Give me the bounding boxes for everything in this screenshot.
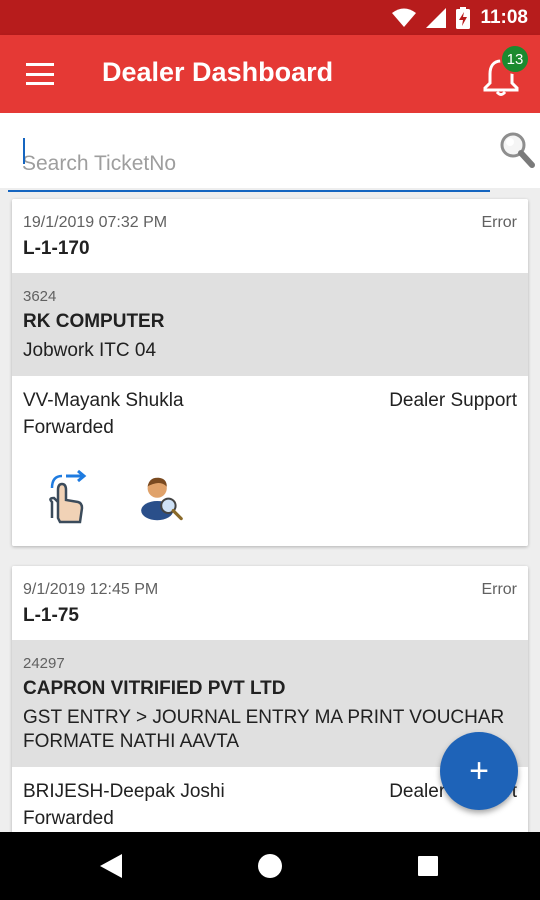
search-bar: [0, 113, 540, 192]
page-title: Dealer Dashboard: [102, 57, 334, 87]
ticket-details: 3624 RK COMPUTER Jobwork ITC 04: [12, 273, 528, 376]
search-icon[interactable]: [498, 130, 536, 170]
ticket-card[interactable]: 19/1/2019 07:32 PM Error L-1-170 3624 RK…: [12, 199, 528, 546]
notification-badge[interactable]: 13: [500, 44, 530, 74]
ticket-number: L-1-75: [23, 605, 79, 626]
ticket-status: Error: [481, 581, 517, 598]
battery-charging-icon: [456, 6, 471, 29]
text-cursor: [23, 138, 25, 164]
company-name: RK COMPUTER: [23, 311, 165, 332]
navigation-bar: [0, 832, 540, 900]
ticket-date: 9/1/2019 12:45 PM: [23, 581, 159, 598]
assigned-person: VV-Mayank Shukla: [23, 390, 184, 411]
back-icon[interactable]: [100, 854, 122, 878]
ticket-header: 19/1/2019 07:32 PM Error L-1-170: [12, 199, 528, 273]
user-search-icon[interactable]: [138, 468, 186, 526]
menu-icon[interactable]: [26, 63, 54, 85]
ticket-description: GST ENTRY > JOURNAL ENTRY MA PRINT VOUCH…: [23, 707, 505, 752]
ticket-number: L-1-170: [23, 238, 90, 259]
department: Dealer Support: [389, 390, 517, 411]
customer-code: 3624: [23, 288, 57, 305]
home-icon[interactable]: [258, 854, 282, 878]
add-ticket-button[interactable]: +: [440, 732, 518, 810]
ticket-description: Jobwork ITC 04: [23, 340, 157, 361]
assigned-person: BRIJESH-Deepak Joshi: [23, 781, 225, 802]
wifi-icon: [392, 8, 417, 27]
company-name: CAPRON VITRIFIED PVT LTD: [23, 678, 286, 699]
clock: 11:08: [480, 6, 528, 28]
signal-icon: [426, 7, 447, 28]
status-bar: 11:08: [0, 0, 540, 35]
ticket-state: Forwarded: [23, 808, 114, 829]
ticket-footer: VV-Mayank Shukla Dealer Support Forwarde…: [12, 376, 528, 546]
ticket-date: 19/1/2019 07:32 PM: [23, 214, 168, 231]
recents-icon[interactable]: [418, 856, 438, 876]
ticket-state: Forwarded: [23, 417, 114, 438]
customer-code: 24297: [23, 655, 65, 672]
ticket-header: 9/1/2019 12:45 PM Error L-1-75: [12, 566, 528, 640]
tap-forward-icon[interactable]: [40, 468, 88, 526]
search-input[interactable]: [8, 137, 490, 192]
ticket-status: Error: [481, 214, 517, 231]
app-bar: Dealer Dashboard: [0, 35, 540, 113]
